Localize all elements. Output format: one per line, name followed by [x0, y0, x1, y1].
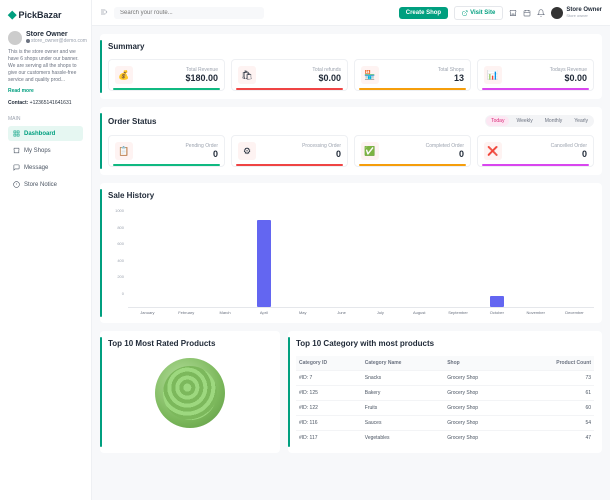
metric-icon: 📊 [484, 66, 502, 84]
user-avatar [551, 7, 563, 19]
topbar: Create Shop Visit Site Store OwnerStore … [92, 0, 610, 26]
metric-total-shops: 🏪Total Shops13 [354, 59, 471, 91]
top-categories-title: Top 10 Category with most products [296, 339, 594, 348]
tab-monthly[interactable]: Monthly [540, 116, 568, 126]
top-products-card: Top 10 Most Rated Products [100, 331, 280, 453]
metric-value: 0 [260, 149, 341, 159]
order-status-title: Order Status [108, 117, 156, 126]
search-input[interactable] [114, 7, 264, 19]
readmore-link[interactable]: Read more [8, 88, 83, 94]
col-header: Shop [444, 356, 515, 371]
col-header: Category ID [296, 356, 362, 371]
sale-history-chart: 10008006004002000 [108, 208, 594, 308]
collapse-icon[interactable] [100, 8, 108, 18]
nav-icon [13, 164, 20, 171]
col-header: Category Name [362, 356, 444, 371]
nav-icon [13, 181, 20, 188]
metric-cancelled-order: ❌Cancelled Order0 [477, 135, 594, 167]
nav-label: Store Notice [24, 182, 57, 188]
metric-icon: 📋 [115, 142, 133, 160]
nav-icon [13, 130, 20, 137]
summary-card: Summary 💰Total Revenue$180.00🛍Total refu… [100, 34, 602, 99]
nav-label: Message [24, 165, 48, 171]
metric-todays-revenue: 📊Todays Revenue$0.00 [477, 59, 594, 91]
metric-pending-order: 📋Pending Order0 [108, 135, 225, 167]
nav-item-store-notice[interactable]: Store Notice [8, 177, 83, 192]
calendar-icon[interactable] [523, 9, 531, 17]
table-row[interactable]: #ID: 117VegetablesGrocery Shop47 [296, 431, 594, 446]
owner-name: Store Owner [26, 31, 87, 38]
table-row[interactable]: #ID: 7SnacksGrocery Shop73 [296, 371, 594, 386]
period-tabs: TodayWeeklyMonthlyYearly [485, 115, 594, 127]
brand-logo[interactable]: ◆ PickBazar [8, 8, 83, 21]
owner-bio: This is the store owner and we have 6 sh… [8, 49, 83, 84]
tab-weekly[interactable]: Weekly [511, 116, 537, 126]
visit-site-button[interactable]: Visit Site [454, 6, 503, 20]
avatar [8, 31, 22, 45]
owner-email: store_owner@demo.com [26, 38, 87, 44]
metric-value: $0.00 [506, 73, 587, 83]
tab-yearly[interactable]: Yearly [569, 116, 593, 126]
sale-history-card: Sale History 10008006004002000 JanuaryFe… [100, 183, 602, 323]
product-image[interactable] [155, 358, 225, 428]
tab-today[interactable]: Today [486, 116, 509, 126]
bell-icon[interactable] [537, 9, 545, 17]
nav-section-label: MAIN [8, 116, 83, 122]
nav-label: Dashboard [24, 131, 55, 137]
metric-total-refunds: 🛍Total refunds$0.00 [231, 59, 348, 91]
top-categories-card: Top 10 Category with most products Categ… [288, 331, 602, 453]
col-header: Product Count [515, 356, 594, 371]
metric-icon: ❌ [484, 142, 502, 160]
metric-icon: 🏪 [361, 66, 379, 84]
owner-contact: Contact: +12365141641631 [8, 100, 83, 106]
content: Summary 💰Total Revenue$180.00🛍Total refu… [92, 26, 610, 500]
nav-item-dashboard[interactable]: Dashboard [8, 126, 83, 141]
metric-icon: 💰 [115, 66, 133, 84]
order-status-card: Order Status TodayWeeklyMonthlyYearly 📋P… [100, 107, 602, 175]
sidebar: ◆ PickBazar Store Owner store_owner@demo… [0, 0, 92, 500]
brand-text: PickBazar [18, 10, 61, 20]
metric-value: 0 [383, 149, 464, 159]
top-products-title: Top 10 Most Rated Products [108, 339, 272, 348]
bar-october[interactable] [490, 296, 504, 307]
nav-item-my-shops[interactable]: My Shops [8, 143, 83, 158]
store-icon[interactable] [509, 9, 517, 17]
nav-item-message[interactable]: Message [8, 160, 83, 175]
categories-table: Category IDCategory NameShopProduct Coun… [296, 356, 594, 445]
nav-list: Dashboard My Shops Message Store Notice [8, 126, 83, 192]
summary-title: Summary [108, 42, 594, 51]
external-icon [462, 10, 468, 16]
metric-value: 0 [137, 149, 218, 159]
bar-april[interactable] [257, 220, 271, 307]
metric-icon: ⚙ [238, 142, 256, 160]
metric-value: $180.00 [137, 73, 218, 83]
metric-processing-order: ⚙Processing Order0 [231, 135, 348, 167]
logo-icon: ◆ [8, 8, 16, 21]
nav-icon [13, 147, 20, 154]
metric-completed-order: ✅Completed Order0 [354, 135, 471, 167]
user-menu[interactable]: Store OwnerStore owner [551, 7, 602, 19]
chart-title: Sale History [108, 191, 594, 200]
table-row[interactable]: #ID: 125BakeryGrocery Shop61 [296, 386, 594, 401]
owner-block: Store Owner store_owner@demo.com [8, 31, 83, 45]
nav-label: My Shops [24, 148, 51, 154]
metric-icon: ✅ [361, 142, 379, 160]
create-shop-button[interactable]: Create Shop [399, 7, 448, 19]
metric-icon: 🛍 [238, 66, 256, 84]
user-role: Store owner [566, 13, 602, 18]
metric-value: 0 [506, 149, 587, 159]
status-dot-icon [26, 39, 30, 43]
metric-value: 13 [383, 73, 464, 83]
table-row[interactable]: #ID: 116SaucesGrocery Shop54 [296, 416, 594, 431]
metric-value: $0.00 [260, 73, 341, 83]
table-row[interactable]: #ID: 122FruitsGrocery Shop60 [296, 401, 594, 416]
metric-total-revenue: 💰Total Revenue$180.00 [108, 59, 225, 91]
